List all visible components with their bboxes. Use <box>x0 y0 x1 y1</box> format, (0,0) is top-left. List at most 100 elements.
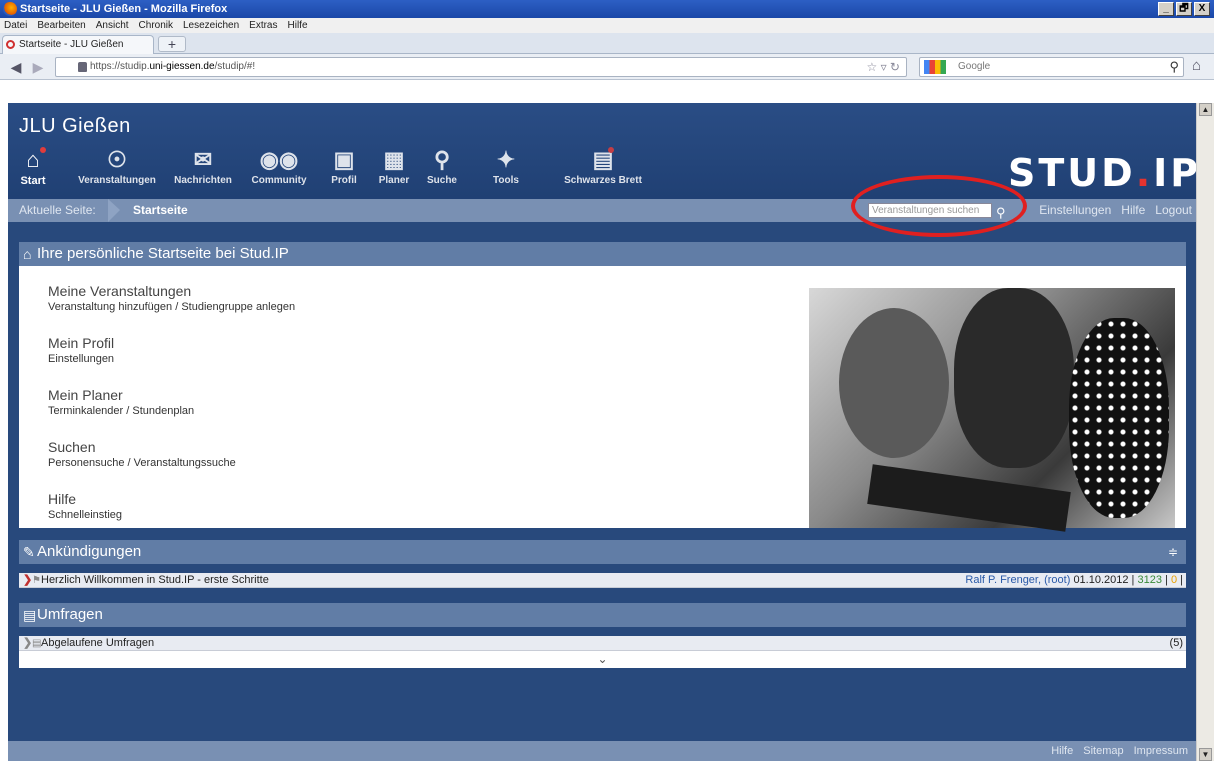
expand-arrow-icon[interactable]: ❯ <box>23 573 32 588</box>
vertical-scrollbar[interactable]: ▲ ▼ <box>1196 103 1214 761</box>
polls-count: (5) <box>1169 637 1183 649</box>
lock-icon <box>78 62 87 72</box>
back-icon[interactable]: ◀ <box>6 57 26 77</box>
search-icon: ⚲ <box>433 147 451 172</box>
scroll-down-icon[interactable]: ▼ <box>1199 748 1212 761</box>
navigation-toolbar: ◀ ▶ https://studip.uni-giessen.de/studip… <box>0 54 1214 80</box>
reload-icon[interactable]: ☆ ▿ ↻ <box>866 58 900 76</box>
nav-veranstaltungen-label: Veranstaltungen <box>78 175 156 186</box>
close-button[interactable]: X <box>1194 2 1210 16</box>
page-footer: Hilfe Sitemap Impressum <box>8 741 1196 761</box>
announcements-title: Ankündigungen <box>37 543 142 560</box>
tab-bar: Startseite - JLU Gießen + <box>0 33 1214 54</box>
photo-keyboard <box>867 464 1071 532</box>
courses-icon: ☉ <box>107 147 127 172</box>
link-veranstaltungssuche[interactable]: Veranstaltungssuche <box>134 457 236 469</box>
nav-planer-label: Planer <box>378 175 410 186</box>
photo-figure <box>954 288 1074 468</box>
home-panel-title: Ihre persönliche Startseite bei Stud.IP <box>37 245 289 262</box>
site-title: JLU Gießen <box>19 115 131 137</box>
studip-logo: STUD.IP <box>1008 151 1201 195</box>
page-left-margin <box>0 80 8 761</box>
nav-suche-label: Suche <box>426 175 457 186</box>
community-icon: ◉◉ <box>259 147 299 172</box>
menu-extras[interactable]: Extras <box>249 18 277 33</box>
web-search-field[interactable]: Google ⚲ <box>919 57 1184 77</box>
calendar-icon: ▦ <box>383 147 405 172</box>
link-personensuche[interactable]: Personensuche <box>48 457 124 469</box>
announcement-date: 01.10.2012 <box>1073 574 1129 586</box>
polls-title: Umfragen <box>37 606 103 623</box>
board-icon: ▤ <box>592 147 614 172</box>
link-hilfe[interactable]: Hilfe <box>1121 199 1145 222</box>
menu-bearbeiten[interactable]: Bearbeiten <box>37 18 85 33</box>
link-studiengruppe-anlegen[interactable]: Studiengruppe anlegen <box>181 301 295 313</box>
nav-start[interactable]: ⌂ Start <box>18 145 48 187</box>
home-button-icon[interactable]: ⌂ <box>1192 57 1201 74</box>
top-links: Einstellungen Hilfe Logout <box>1039 199 1192 222</box>
footer-link-impressum[interactable]: Impressum <box>1134 741 1188 761</box>
web-search-placeholder: Google <box>958 61 991 72</box>
rss-icon[interactable]: ≑ <box>1168 540 1178 564</box>
poll-chart-icon: ▤ <box>23 607 37 623</box>
maximize-button[interactable]: 🗗 <box>1176 2 1192 16</box>
expand-arrow-icon[interactable]: ❯ <box>23 636 32 651</box>
scroll-up-icon[interactable]: ▲ <box>1199 103 1212 116</box>
new-indicator-icon <box>40 147 46 153</box>
announcement-row[interactable]: ❯ ⚑ Herzlich Willkommen in Stud.IP - ers… <box>19 573 1186 588</box>
breadcrumb-arrow-icon <box>108 199 120 222</box>
link-stundenplan[interactable]: Stundenplan <box>132 405 194 417</box>
announcement-author[interactable]: Ralf P. Frenger, (root) <box>965 574 1070 586</box>
logo-dot: . <box>1135 151 1154 195</box>
magnifier-icon[interactable]: ⚲ <box>1169 58 1179 76</box>
announcement-title[interactable]: Herzlich Willkommen in Stud.IP - erste S… <box>41 574 269 586</box>
forward-icon[interactable]: ▶ <box>28 57 48 77</box>
menu-lesezeichen[interactable]: Lesezeichen <box>183 18 239 33</box>
url-bar[interactable]: https://studip.uni-giessen.de/studip/#! … <box>55 57 907 77</box>
new-tab-button[interactable]: + <box>158 36 186 52</box>
announcement-flag-icon: ⚑ <box>32 575 41 586</box>
nav-profil[interactable]: ▣ Profil <box>326 145 362 186</box>
window-titlebar: Startseite - JLU Gießen - Mozilla Firefo… <box>0 0 1214 18</box>
nav-tools-label: Tools <box>493 175 519 186</box>
nav-schwarzes-brett[interactable]: ▤ Schwarzes Brett <box>556 145 650 186</box>
logo-end: IP <box>1153 151 1202 195</box>
polls-row[interactable]: ❯ ▤ Abgelaufene Umfragen (5) <box>19 636 1186 651</box>
home-icon: ⌂ <box>23 246 32 262</box>
link-terminkalender[interactable]: Terminkalender <box>48 405 123 417</box>
minimize-button[interactable]: _ <box>1158 2 1174 16</box>
menu-ansicht[interactable]: Ansicht <box>96 18 129 33</box>
nav-nachrichten[interactable]: ✉ Nachrichten <box>168 145 238 186</box>
nav-schwarzes-brett-label: Schwarzes Brett <box>564 175 642 186</box>
link-schnelleinstieg[interactable]: Schnelleinstieg <box>48 509 122 521</box>
tab-startseite[interactable]: Startseite - JLU Gießen <box>2 35 154 54</box>
footer-link-hilfe[interactable]: Hilfe <box>1051 741 1073 761</box>
google-icon <box>924 60 946 74</box>
breadcrumb-current: Startseite <box>133 203 188 217</box>
nav-tools[interactable]: ✦ Tools <box>488 145 524 186</box>
url-domain: uni-giessen.de <box>149 61 215 72</box>
link-logout[interactable]: Logout <box>1155 199 1192 222</box>
nav-veranstaltungen[interactable]: ☉ Veranstaltungen <box>70 145 164 186</box>
nav-planer[interactable]: ▦ Planer <box>374 145 414 186</box>
nav-community-label: Community <box>251 175 307 186</box>
link-veranstaltung-hinzufuegen[interactable]: Veranstaltung hinzufügen <box>48 301 172 313</box>
polls-item[interactable]: Abgelaufene Umfragen <box>41 637 154 649</box>
menu-datei[interactable]: Datei <box>4 18 27 33</box>
nav-profil-label: Profil <box>331 175 357 186</box>
home-panel-body: Meine Veranstaltungen Veranstaltung hinz… <box>19 266 1186 532</box>
menu-hilfe[interactable]: Hilfe <box>288 18 308 33</box>
new-indicator-icon <box>608 147 614 153</box>
profile-icon: ▣ <box>333 147 355 172</box>
nav-suche[interactable]: ⚲ Suche <box>424 145 460 186</box>
poll-icon: ▤ <box>32 638 42 649</box>
footer-link-sitemap[interactable]: Sitemap <box>1083 741 1123 761</box>
link-einstellungen[interactable]: Einstellungen <box>1039 199 1111 222</box>
url-prefix: https://studip. <box>90 61 150 72</box>
breadcrumb-label: Aktuelle Seite: <box>19 203 96 217</box>
home-panel-header: ⌂ Ihre persönliche Startseite bei Stud.I… <box>19 242 1186 266</box>
chevron-down-icon[interactable]: ⌄ <box>19 651 1186 668</box>
nav-community[interactable]: ◉◉ Community <box>242 145 316 186</box>
menu-chronik[interactable]: Chronik <box>139 18 173 33</box>
link-einstellungen[interactable]: Einstellungen <box>48 353 114 365</box>
